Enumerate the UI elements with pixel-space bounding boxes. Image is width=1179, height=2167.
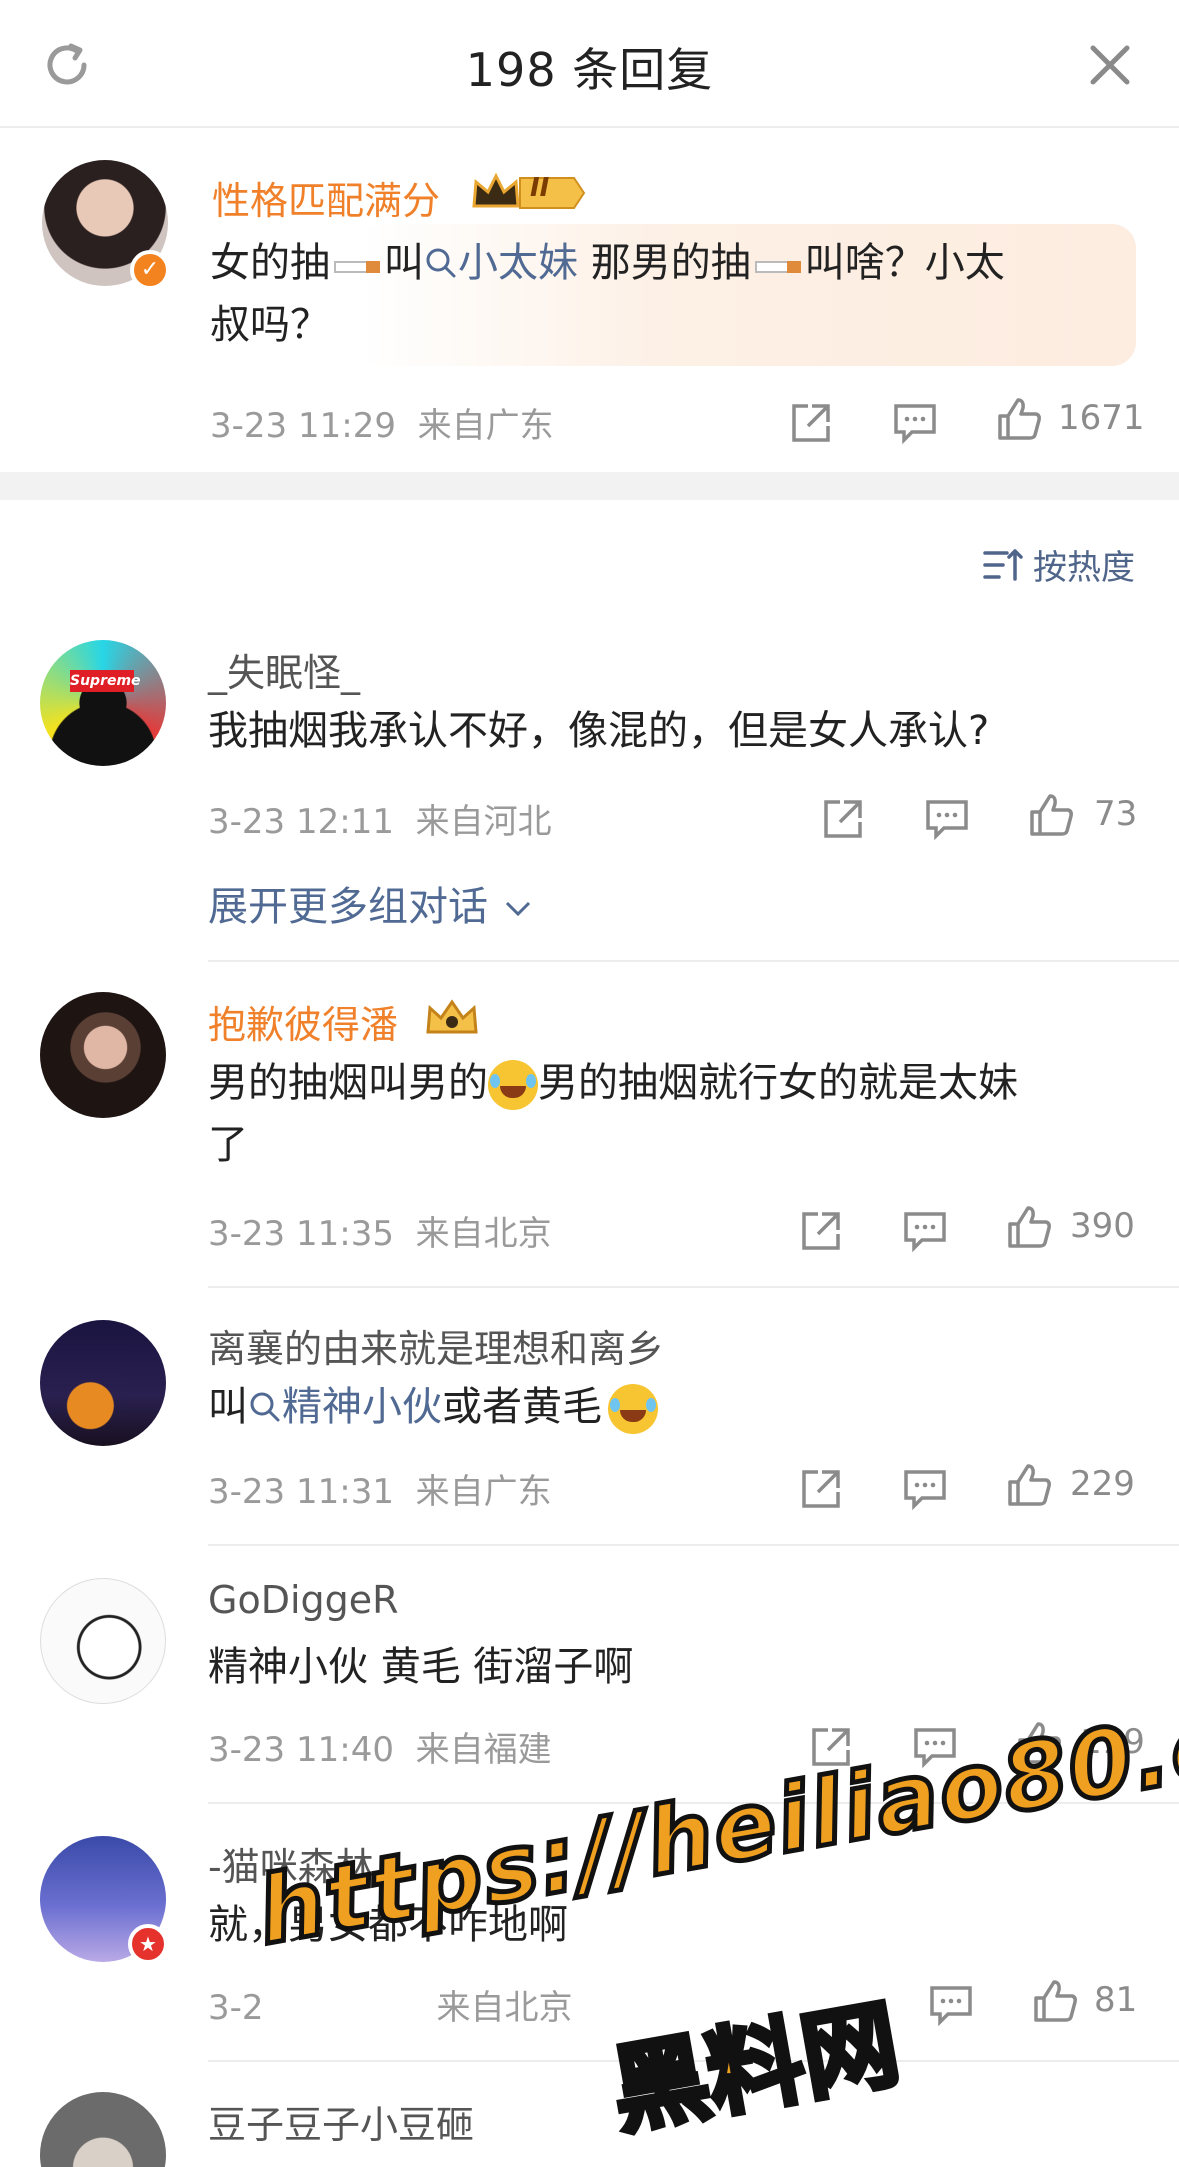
comment-meta: 3-23 12:11 来自河北 xyxy=(208,802,552,842)
like-icon[interactable] xyxy=(1014,1718,1064,1768)
like-count: 119 xyxy=(1080,1722,1145,1762)
like-count: 73 xyxy=(1094,794,1138,834)
reply-item: 抱歉彼得潘 男的抽烟叫男的 男的抽烟就行女的就是太妹 了 3-23 11:35 来… xyxy=(0,990,1179,1288)
avatar[interactable] xyxy=(40,992,166,1118)
divider xyxy=(208,1544,1179,1546)
share-icon[interactable] xyxy=(786,398,836,448)
supreme-logo: Supreme xyxy=(70,670,141,692)
badge-level: II xyxy=(530,173,550,203)
expand-conversation-link[interactable]: 展开更多组对话 xyxy=(208,874,535,932)
comment-meta: 3-23 11:40 来自福建 xyxy=(208,1730,552,1770)
comment-meta: 3-2 来自北京 xyxy=(208,1988,573,2028)
divider xyxy=(208,2060,1179,2062)
like-count: 390 xyxy=(1070,1206,1135,1246)
avatar[interactable] xyxy=(40,1578,166,1704)
laugh-cry-emoji xyxy=(488,1060,538,1110)
cigarette-emoji xyxy=(751,253,805,277)
search-topic-icon xyxy=(250,1392,280,1422)
reply-item: Supreme _失眠怪_ 我抽烟我承认不好，像混的，但是女人承认? 3-23 … xyxy=(0,630,1179,962)
chevron-down-icon xyxy=(505,901,530,917)
comment-text: 女的抽叫小太妹 那男的抽 叫啥？小太 叔吗？ xyxy=(210,240,1005,348)
username[interactable]: 豆子豆子小豆砸 xyxy=(208,2094,474,2149)
comment-icon[interactable] xyxy=(926,1980,976,2030)
username[interactable]: 抱歉彼得潘 xyxy=(208,994,398,1049)
laugh-cry-emoji xyxy=(608,1384,658,1434)
section-divider xyxy=(0,472,1179,500)
username[interactable]: -猫咪森林 xyxy=(208,1836,374,1891)
divider xyxy=(208,1802,1179,1804)
comment-icon[interactable] xyxy=(900,1464,950,1514)
like-icon[interactable] xyxy=(1030,1976,1080,2026)
badge-icon: ★ xyxy=(128,1924,168,1964)
comment-text: 男的抽烟叫男的 男的抽烟就行女的就是太妹 了 xyxy=(208,1060,1018,1168)
comment-icon[interactable] xyxy=(910,1722,960,1772)
comment-text: 我抽烟我承认不好，像混的，但是女人承认? xyxy=(208,708,990,754)
like-count: 1671 xyxy=(1058,398,1145,438)
username[interactable]: GoDiggeR xyxy=(208,1578,399,1622)
comment-meta: 3-23 11:29 来自广东 xyxy=(210,406,554,446)
like-count: 81 xyxy=(1094,1980,1138,2020)
share-icon[interactable] xyxy=(806,1722,856,1772)
avatar[interactable] xyxy=(40,2092,166,2167)
sort-button[interactable]: 按热度 xyxy=(983,540,1135,589)
like-count: 229 xyxy=(1070,1464,1135,1504)
comment-text: 叫精神小伙或者黄毛 xyxy=(208,1376,658,1438)
comment-text: 就，男女都不咋地啊 xyxy=(208,1902,568,1948)
reply-item: 离襄的由来就是理想和离乡 叫精神小伙或者黄毛 3-23 11:31 来自广东 2… xyxy=(0,1316,1179,1546)
topic-link[interactable]: 小太妹 xyxy=(458,240,578,286)
comment-icon[interactable] xyxy=(890,398,940,448)
avatar[interactable] xyxy=(40,640,166,766)
comment-icon[interactable] xyxy=(922,794,972,844)
username[interactable]: 离襄的由来就是理想和离乡 xyxy=(208,1318,664,1373)
like-icon[interactable] xyxy=(1004,1460,1054,1510)
verified-icon: ✓ xyxy=(130,250,170,290)
cigarette-emoji xyxy=(330,253,384,277)
crown-badge-icon xyxy=(426,999,478,1034)
divider xyxy=(208,1286,1179,1288)
sort-icon xyxy=(983,548,1023,581)
comment-meta: 3-23 11:35 来自北京 xyxy=(208,1214,552,1254)
header: 198 条回复 xyxy=(0,0,1179,128)
like-icon[interactable] xyxy=(1004,1202,1054,1252)
share-icon[interactable] xyxy=(796,1464,846,1514)
username[interactable]: _失眠怪_ xyxy=(208,642,360,697)
username[interactable]: 性格匹配满分 xyxy=(212,170,440,225)
page-title: 198 条回复 xyxy=(465,43,714,97)
topic-link[interactable]: 精神小伙 xyxy=(282,1384,442,1430)
share-icon[interactable] xyxy=(818,794,868,844)
like-icon[interactable] xyxy=(1026,790,1076,840)
reply-item: ★ -猫咪森林 就，男女都不咋地啊 3-2 来自北京 81 xyxy=(0,1832,1179,2062)
comment-text: 精神小伙 黄毛 街溜子啊 xyxy=(208,1644,634,1690)
reply-item: 豆子豆子小豆砸 xyxy=(0,2090,1179,2167)
like-icon[interactable] xyxy=(994,394,1044,444)
divider xyxy=(208,960,1179,962)
avatar[interactable] xyxy=(40,1320,166,1446)
comment-icon[interactable] xyxy=(900,1206,950,1256)
close-icon[interactable] xyxy=(1085,40,1135,90)
comment-meta: 3-23 11:31 来自广东 xyxy=(208,1472,552,1512)
search-topic-icon xyxy=(426,248,456,278)
reply-item: GoDiggeR 精神小伙 黄毛 街溜子啊 3-23 11:40 来自福建 11… xyxy=(0,1574,1179,1804)
share-icon[interactable] xyxy=(796,1206,846,1256)
main-comment: ✓ 性格匹配满分 II 女的抽叫小太妹 那男的抽 叫啥？小太 叔吗？ 3-23 1… xyxy=(0,130,1179,472)
crown-badge-icon xyxy=(472,172,586,209)
